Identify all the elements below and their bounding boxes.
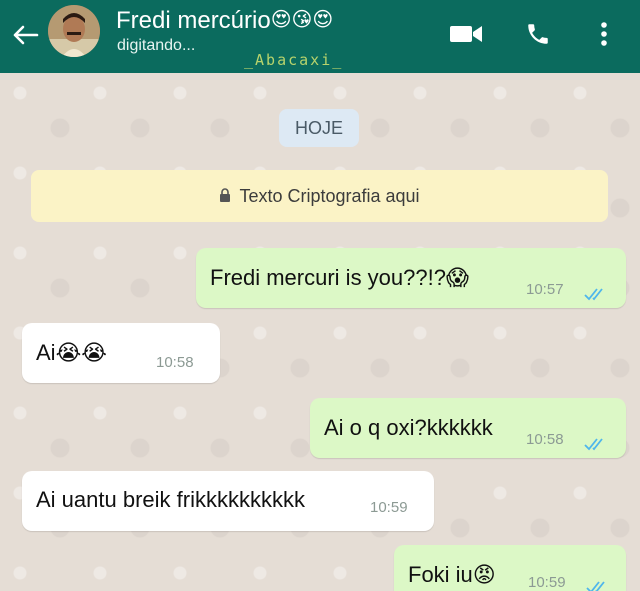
- date-separator: HOJE: [279, 109, 359, 147]
- phone-call-icon[interactable]: [520, 18, 556, 50]
- scream-emoji: 😱: [445, 265, 469, 290]
- message-text: Fredi mercuri is you??!?😱: [210, 265, 469, 290]
- watermark-text: _Abacaxi_: [244, 51, 344, 69]
- more-options-icon[interactable]: [588, 18, 620, 50]
- encryption-notice[interactable]: Texto Criptografia aqui: [31, 170, 608, 222]
- contact-name-text: Fredi mercúrio: [116, 7, 271, 34]
- contact-avatar[interactable]: [48, 5, 100, 57]
- back-arrow-icon[interactable]: [8, 20, 42, 50]
- message-time: 10:59: [528, 574, 566, 591]
- read-ticks-icon: [584, 281, 606, 301]
- message-text: Ai o q oxi?kkkkkk: [324, 415, 493, 440]
- contact-name-emojis: 😍😘😍: [270, 9, 334, 31]
- message-bubble[interactable]: Ai😭😭 10:58: [22, 323, 220, 383]
- chat-header: Fredi mercúrio😍😘😍 digitando... _Abacaxi_: [0, 0, 640, 73]
- message-bubble[interactable]: Ai o q oxi?kkkkkk 10:58: [310, 398, 626, 458]
- message-time: 10:58: [156, 354, 194, 371]
- message-time: 10:58: [526, 431, 564, 448]
- angry-emoji: 😡: [472, 562, 496, 587]
- message-time: 10:57: [526, 281, 564, 298]
- crying-emoji: 😭😭: [55, 340, 107, 365]
- message-bubble[interactable]: Fredi mercuri is you??!?😱 10:57: [196, 248, 626, 308]
- chat-area[interactable]: HOJE Texto Criptografia aqui Fredi mercu…: [0, 73, 640, 591]
- message-bubble[interactable]: Ai uantu breik frikkkkkkkkkk 10:59: [22, 471, 434, 531]
- typing-status: digitando...: [117, 37, 196, 54]
- contact-name[interactable]: Fredi mercúrio😍😘😍: [116, 6, 333, 35]
- message-text: Ai😭😭: [36, 340, 107, 365]
- read-ticks-icon: [586, 574, 608, 591]
- video-call-icon[interactable]: [446, 18, 486, 50]
- encryption-notice-text: Texto Criptografia aqui: [239, 185, 420, 206]
- read-ticks-icon: [584, 431, 606, 451]
- message-bubble[interactable]: Foki iu😡 10:59: [394, 545, 626, 591]
- lock-icon: [219, 186, 231, 207]
- message-text: Foki iu😡: [408, 562, 496, 587]
- message-text: Ai uantu breik frikkkkkkkkkk: [36, 487, 305, 512]
- message-time: 10:59: [370, 499, 408, 516]
